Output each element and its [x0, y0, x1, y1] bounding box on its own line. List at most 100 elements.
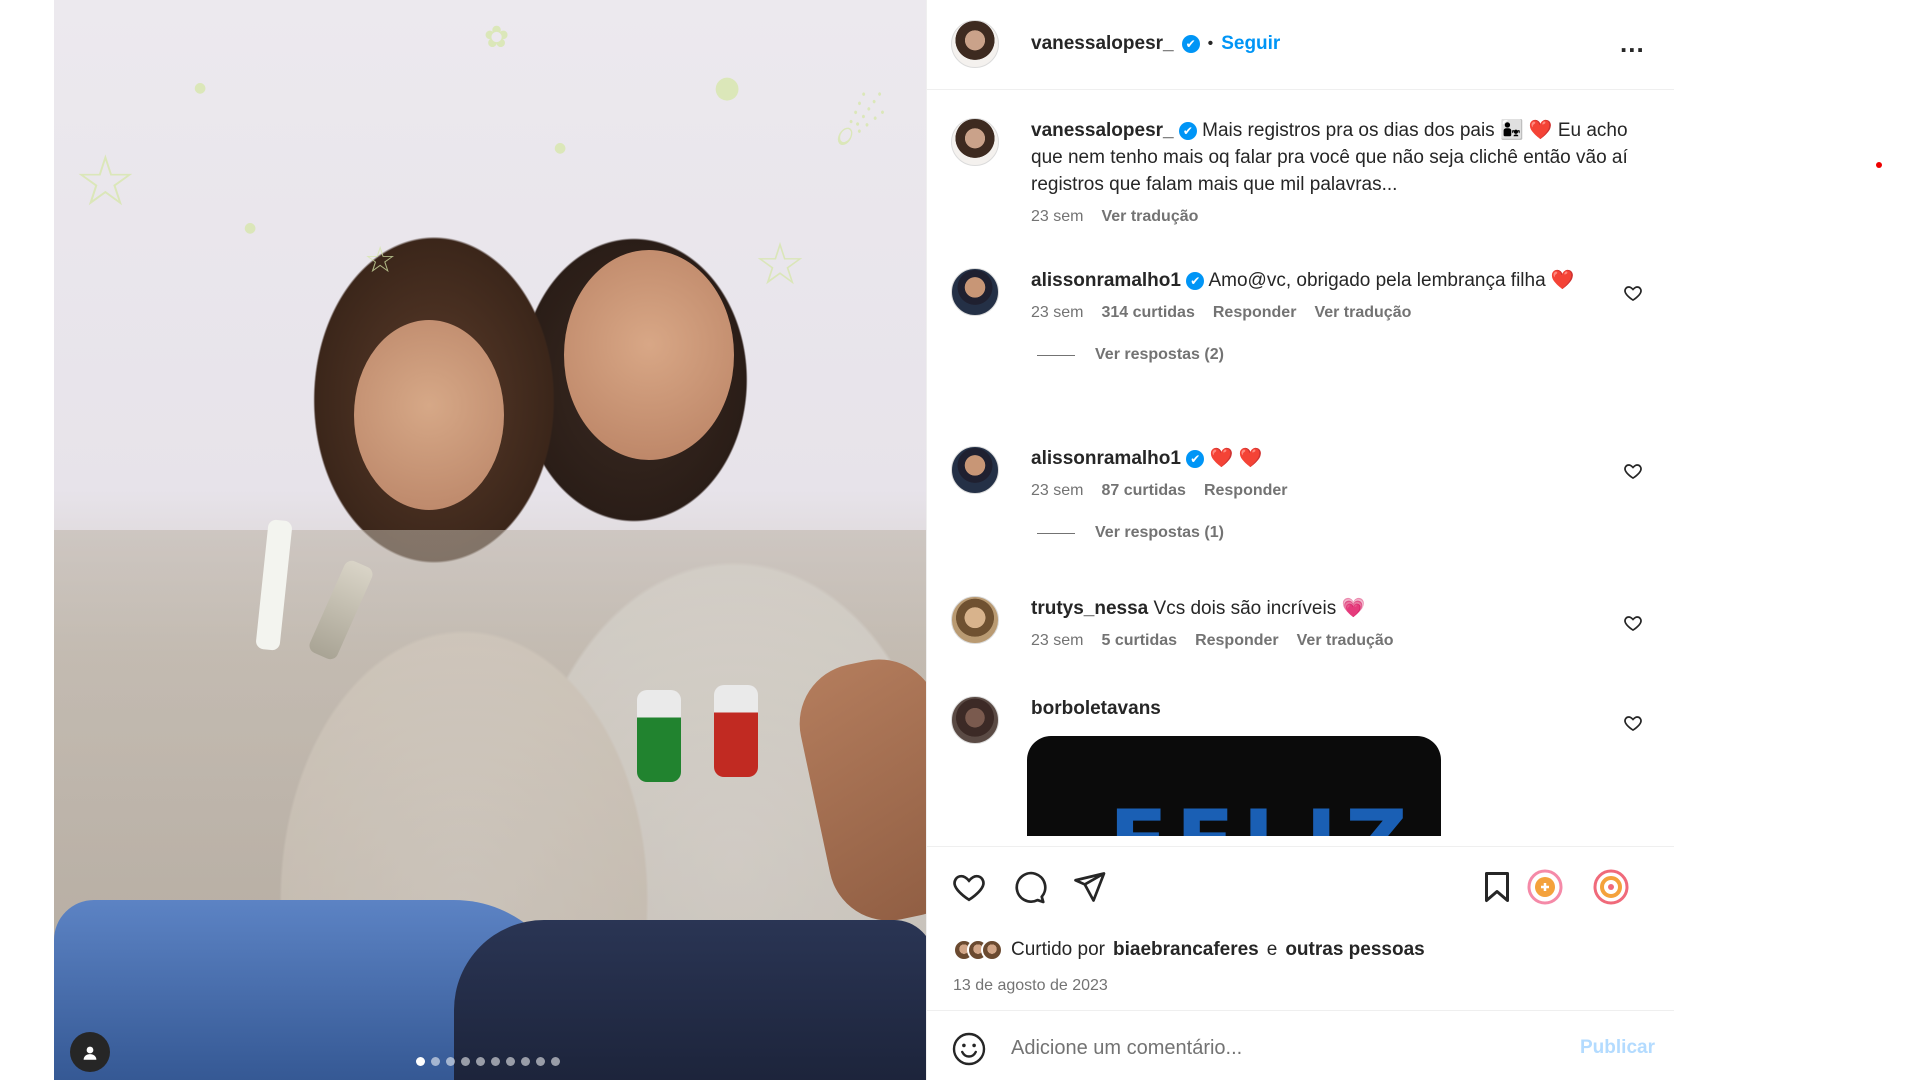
- liked-by-others[interactable]: outras pessoas: [1285, 939, 1424, 961]
- liked-by-conj: e: [1266, 939, 1278, 960]
- avatar[interactable]: [951, 118, 999, 166]
- comment-likes[interactable]: 87 curtidas: [1101, 482, 1185, 500]
- view-replies-label: Ver respostas (2): [1095, 346, 1224, 363]
- smiley-icon[interactable]: [951, 1031, 987, 1067]
- star-decoration: ✿: [484, 20, 510, 55]
- comment-likes[interactable]: 5 curtidas: [1101, 632, 1177, 650]
- caption-username[interactable]: vanessalopesr_: [1031, 120, 1174, 141]
- follow-button[interactable]: Seguir: [1221, 33, 1280, 55]
- comment-time[interactable]: 23 sem: [1031, 482, 1083, 500]
- more-options-icon[interactable]: ...: [1620, 28, 1645, 59]
- bookmark-icon[interactable]: [1479, 869, 1515, 905]
- avatar: [981, 939, 1003, 961]
- like-comment-heart-icon[interactable]: [1623, 283, 1643, 303]
- carousel-dots: [416, 1057, 560, 1066]
- comment-username[interactable]: trutys_nessa: [1031, 598, 1148, 619]
- extension-icon[interactable]: [1527, 869, 1563, 905]
- avatar[interactable]: [951, 268, 999, 316]
- post-header: vanessalopesr_ ✔ • Seguir ...: [927, 0, 1674, 90]
- comment-text: Vcs dois são incríveis 💗: [1153, 598, 1366, 619]
- star-decoration: ●: [244, 220, 257, 236]
- replies-line: [1037, 532, 1075, 534]
- verified-badge-icon: ✔: [1186, 271, 1205, 290]
- verified-badge-icon: ✔: [1181, 35, 1200, 53]
- post-photo[interactable]: ☆ ● ✿ ☆ ☄ ☆ ● ● ● ›: [54, 0, 926, 1080]
- translate-link[interactable]: Ver tradução: [1314, 304, 1411, 322]
- avatar[interactable]: [951, 696, 999, 744]
- photo-person-right: [564, 250, 734, 460]
- separator-dot: •: [1207, 35, 1214, 52]
- photo-jeans: [454, 920, 926, 1080]
- liked-by[interactable]: Curtido por biaebrancaferes e outras pes…: [953, 939, 1425, 961]
- add-comment-bar: Adicione um comentário... Publicar: [927, 1010, 1674, 1080]
- photo-green-bottle: [637, 690, 681, 782]
- carousel-dot[interactable]: [431, 1057, 440, 1066]
- avatar[interactable]: [951, 596, 999, 644]
- verified-badge-icon: ✔: [1178, 121, 1197, 140]
- author-username[interactable]: vanessalopesr_: [1031, 33, 1174, 55]
- view-replies-button[interactable]: Ver respostas (1): [1037, 524, 1591, 542]
- comment-media[interactable]: FELIZ: [1027, 736, 1441, 836]
- avatar[interactable]: [951, 20, 999, 68]
- comment-likes[interactable]: 314 curtidas: [1101, 304, 1194, 322]
- translate-link[interactable]: Ver tradução: [1297, 632, 1394, 650]
- star-decoration: ☄: [834, 90, 888, 160]
- reply-button[interactable]: Responder: [1204, 482, 1288, 500]
- star-decoration: ☆: [754, 230, 806, 298]
- carousel-dot[interactable]: [506, 1057, 515, 1066]
- carousel-dot[interactable]: [491, 1057, 500, 1066]
- comment-media-text: FELIZ: [1109, 792, 1416, 836]
- comment-item: alissonramalho1 ✔ Amo@vc, obrigado pela …: [1031, 267, 1591, 364]
- like-comment-heart-icon[interactable]: [1623, 461, 1643, 481]
- reply-button[interactable]: Responder: [1195, 632, 1279, 650]
- carousel-dot[interactable]: [416, 1057, 425, 1066]
- comment-username[interactable]: alissonramalho1: [1031, 448, 1181, 469]
- carousel-dot[interactable]: [461, 1057, 470, 1066]
- comment-text: ❤️ ❤️: [1209, 448, 1263, 469]
- avatar[interactable]: [951, 446, 999, 494]
- tagged-users-button[interactable]: [70, 1032, 110, 1072]
- carousel-dot[interactable]: [536, 1057, 545, 1066]
- replies-line: [1037, 354, 1075, 356]
- comment-input[interactable]: Adicione um comentário...: [1011, 1037, 1242, 1060]
- star-decoration: ●: [554, 140, 567, 156]
- comment-item: borboletavans: [1031, 695, 1591, 722]
- photo-couch: [54, 530, 926, 950]
- publish-button[interactable]: Publicar: [1580, 1037, 1655, 1059]
- carousel-dot[interactable]: [521, 1057, 530, 1066]
- comment-icon[interactable]: [1011, 869, 1047, 905]
- comment-username[interactable]: alissonramalho1: [1031, 270, 1181, 291]
- liked-by-user[interactable]: biaebrancaferes: [1113, 939, 1259, 961]
- like-comment-heart-icon[interactable]: [1623, 713, 1643, 733]
- person-icon: [83, 1046, 97, 1060]
- photo-person-left: [354, 320, 504, 510]
- comment-username[interactable]: borboletavans: [1031, 698, 1161, 719]
- caption: vanessalopesr_ ✔ Mais registros pra os d…: [1031, 117, 1631, 226]
- verified-badge-icon: ✔: [1186, 449, 1205, 468]
- star-decoration: ☆: [364, 240, 397, 281]
- like-comment-heart-icon[interactable]: [1623, 613, 1643, 633]
- comment-time[interactable]: 23 sem: [1031, 304, 1083, 322]
- comment-text: Amo@vc, obrigado pela lembrança filha ❤️: [1208, 270, 1575, 291]
- star-decoration: ●: [194, 80, 207, 96]
- comment-item: alissonramalho1 ✔ ❤️ ❤️ 23 sem 87 curtid…: [1031, 445, 1591, 542]
- reply-button[interactable]: Responder: [1213, 304, 1297, 322]
- comment-time[interactable]: 23 sem: [1031, 632, 1083, 650]
- star-decoration: ●: [714, 70, 741, 105]
- carousel-dot[interactable]: [446, 1057, 455, 1066]
- post-date[interactable]: 13 de agosto de 2023: [953, 977, 1108, 995]
- caption-time[interactable]: 23 sem: [1031, 208, 1083, 226]
- carousel-dot[interactable]: [551, 1057, 560, 1066]
- post-sidebar: vanessalopesr_ ✔ • Seguir ... vanessalop…: [926, 0, 1674, 1080]
- comments-list[interactable]: vanessalopesr_ ✔ Mais registros pra os d…: [927, 91, 1674, 836]
- view-replies-button[interactable]: Ver respostas (2): [1037, 346, 1591, 364]
- share-icon[interactable]: [1071, 869, 1107, 905]
- extension-icon[interactable]: [1593, 869, 1629, 905]
- star-decoration: ☆: [74, 140, 137, 222]
- translate-link[interactable]: Ver tradução: [1101, 208, 1198, 226]
- carousel-dot[interactable]: [476, 1057, 485, 1066]
- comment-item: trutys_nessa Vcs dois são incríveis 💗 23…: [1031, 595, 1591, 650]
- view-replies-label: Ver respostas (1): [1095, 524, 1224, 541]
- heart-icon[interactable]: [951, 869, 987, 905]
- cursor-dot: [1876, 162, 1882, 168]
